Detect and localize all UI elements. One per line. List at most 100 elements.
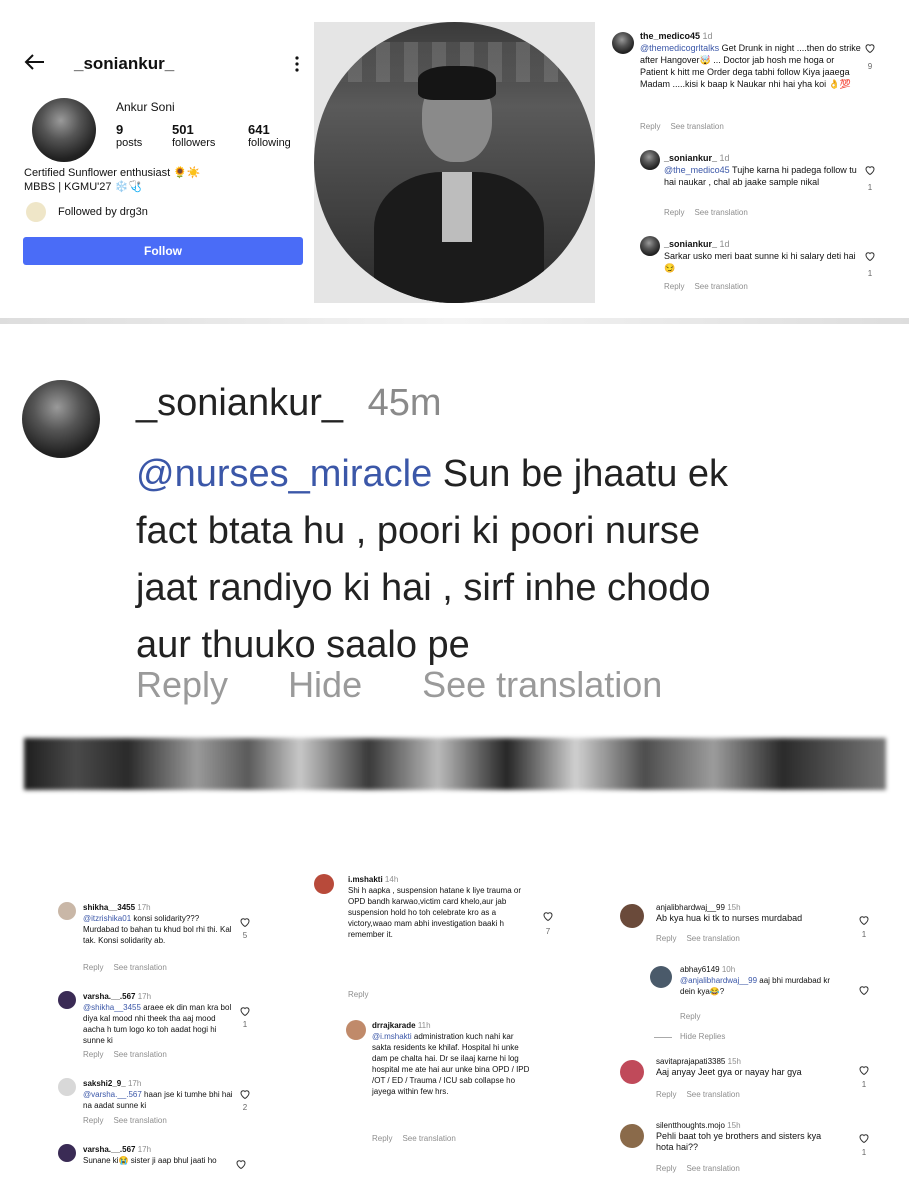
profile-avatar[interactable] [32, 98, 96, 162]
comment-text: Aaj anyay Jeet gya or nayay har gya [656, 1067, 802, 1077]
comment-avatar[interactable] [620, 904, 644, 928]
reply-link[interactable]: Reply [136, 664, 228, 705]
heart-icon[interactable] [864, 250, 876, 262]
big-comment-mention[interactable]: @nurses_miracle [136, 453, 432, 495]
profile-photo-circle [314, 22, 595, 303]
heart-icon[interactable] [858, 1132, 870, 1144]
translate-link[interactable]: See translation [113, 963, 166, 972]
comment-username[interactable]: _soniankur_ [664, 239, 717, 249]
reply-link[interactable]: Reply [664, 208, 684, 217]
comment-avatar[interactable] [58, 1078, 76, 1096]
reply-link[interactable]: Reply [664, 282, 684, 291]
comment-username[interactable]: shikha__3455 [83, 903, 135, 912]
comment-username[interactable]: sakshi2_9_ [83, 1079, 126, 1088]
comment-column-3: anjalibhardwaj__99 15h Ab kya hua ki tk … [618, 900, 880, 1190]
comment-username[interactable]: drrajkarade [372, 1021, 416, 1030]
big-comment-line-3: jaat randiyo ki hai , sirf inhe chodo [136, 567, 711, 609]
heart-icon[interactable] [239, 916, 251, 928]
heart-icon[interactable] [858, 984, 870, 996]
translate-link[interactable]: See translation [686, 1090, 739, 1099]
comment-actions: Reply See translation [664, 208, 758, 217]
comment-avatar[interactable] [640, 236, 660, 256]
like-count: 7 [545, 927, 551, 936]
comment-time: 1d [719, 239, 730, 249]
stat-followers[interactable]: 501 followers [172, 122, 215, 149]
comment-body: i.mshakti 14h Shi h aapka , suspension h… [348, 874, 528, 940]
comment-avatar[interactable] [612, 32, 634, 54]
comment-actions: Reply [348, 990, 378, 999]
translate-link[interactable]: See translation [402, 1134, 455, 1143]
comment-mention[interactable]: @anjalibhardwaj__99 [680, 976, 757, 985]
comment-body: anjalibhardwaj__99 15h Ab kya hua ki tk … [656, 902, 856, 924]
big-comment-avatar[interactable] [22, 380, 100, 458]
comment-avatar[interactable] [58, 902, 76, 920]
reply-link[interactable]: Reply [680, 1012, 700, 1021]
reply-link[interactable]: Reply [348, 990, 368, 999]
comment-username[interactable]: _soniankur_ [664, 153, 717, 163]
heart-icon[interactable] [864, 42, 876, 54]
comment-mention[interactable]: @the_medico45 [664, 165, 730, 175]
translate-link[interactable]: See translation [113, 1050, 166, 1059]
posts-label: posts [116, 137, 143, 149]
big-comment-username[interactable]: _soniankur_ [136, 382, 343, 424]
comment-mention[interactable]: @i.mshakti [372, 1032, 412, 1041]
reply-link[interactable]: Reply [372, 1134, 392, 1143]
reply-link[interactable]: Reply [640, 122, 660, 131]
translate-link[interactable]: See translation [113, 1116, 166, 1125]
reply-link[interactable]: Reply [83, 1050, 103, 1059]
reply-link[interactable]: Reply [656, 1164, 676, 1173]
big-comment-line-4: aur thuuko saalo pe [136, 624, 470, 666]
comment-mention[interactable]: @themedicogrltalks [640, 43, 719, 53]
stat-following[interactable]: 641 following [248, 122, 291, 149]
hide-link[interactable]: Hide [288, 664, 362, 705]
comment-time: 11h [417, 1021, 431, 1030]
heart-icon[interactable] [858, 1064, 870, 1076]
heart-icon[interactable] [858, 914, 870, 926]
reply-link[interactable]: Reply [656, 1090, 676, 1099]
profile-photo [314, 22, 595, 303]
hide-replies-link[interactable]: Hide Replies [680, 1032, 725, 1041]
back-arrow-icon[interactable] [22, 52, 46, 72]
comment-avatar[interactable] [58, 1144, 76, 1162]
comment-avatar[interactable] [314, 874, 334, 894]
comment-avatar[interactable] [620, 1060, 644, 1084]
reply-link[interactable]: Reply [656, 934, 676, 943]
like-count: 1 [867, 269, 873, 278]
comment-mention[interactable]: @shikha__3455 [83, 1003, 141, 1012]
comment-mention[interactable]: @itzrishika01 [83, 914, 131, 923]
comment-avatar[interactable] [346, 1020, 366, 1040]
comment-avatar[interactable] [650, 966, 672, 988]
more-vertical-icon[interactable] [294, 56, 300, 72]
comment-time: 14h [384, 875, 399, 884]
comment-mention[interactable]: @varsha.__.567 [83, 1090, 142, 1099]
heart-icon[interactable] [542, 910, 554, 922]
comment-avatar[interactable] [620, 1124, 644, 1148]
heart-icon[interactable] [864, 164, 876, 176]
translate-link[interactable]: See translation [694, 208, 747, 217]
comment-username[interactable]: varsha.__.567 [83, 1145, 136, 1154]
comment-avatar[interactable] [640, 150, 660, 170]
comment-avatar[interactable] [58, 991, 76, 1009]
stat-posts[interactable]: 9 posts [116, 122, 142, 149]
translate-link[interactable]: See translation [686, 934, 739, 943]
heart-icon[interactable] [235, 1158, 247, 1170]
comment-username[interactable]: i.mshakti [348, 875, 383, 884]
follow-button[interactable]: Follow [23, 237, 303, 265]
translate-link[interactable]: See translation [422, 664, 662, 705]
comment-body: varsha.__.567 17h Sunane ki😭 sister ji a… [83, 1144, 235, 1166]
comment-body: silentthoughts.mojo 15h Pehli baat toh y… [656, 1120, 836, 1153]
comment-username: anjalibhardwaj__99 [656, 903, 725, 912]
comment-body: drrajkarade 11h @i.mshakti administratio… [372, 1020, 532, 1097]
translate-link[interactable]: See translation [670, 122, 723, 131]
translate-link[interactable]: See translation [686, 1164, 739, 1173]
comment-username[interactable]: the_medico45 [640, 31, 700, 41]
translate-link[interactable]: See translation [694, 282, 747, 291]
reply-link[interactable]: Reply [83, 963, 103, 972]
comment-username[interactable]: varsha.__.567 [83, 992, 136, 1001]
heart-icon[interactable] [239, 1088, 251, 1100]
heart-icon[interactable] [239, 1005, 251, 1017]
like-count: 1 [867, 183, 873, 192]
followed-by-text[interactable]: Followed by drg3n [58, 206, 148, 218]
comment-column-2: i.mshakti 14h Shi h aapka , suspension h… [312, 870, 568, 1160]
reply-link[interactable]: Reply [83, 1116, 103, 1125]
